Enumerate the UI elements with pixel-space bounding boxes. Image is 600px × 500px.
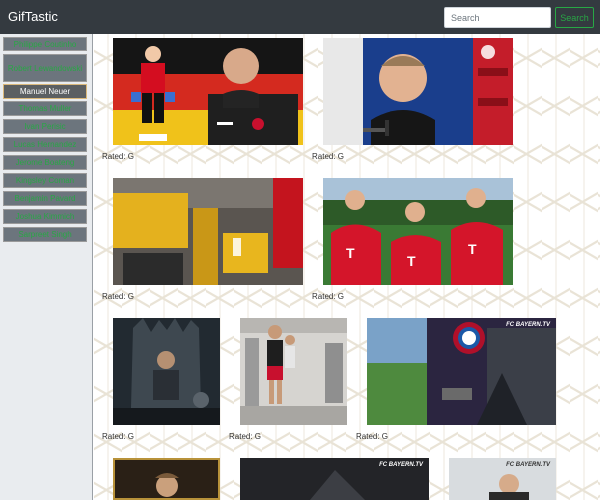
- gif-rating: Rated: G: [102, 292, 135, 301]
- gif-rating: Rated: G: [312, 152, 345, 161]
- gif-image: [323, 38, 513, 145]
- svg-text:T: T: [468, 241, 477, 257]
- brand-title[interactable]: GifTastic: [8, 9, 58, 24]
- gif-item[interactable]: [240, 318, 347, 425]
- search-input[interactable]: [444, 7, 551, 28]
- gif-rating: Rated: G: [102, 152, 135, 161]
- gif-rating: Rated: G: [229, 432, 262, 441]
- gif-image: [113, 38, 303, 145]
- gif-image: [115, 460, 218, 498]
- sidebar-item-sarpreet-singh[interactable]: Sarpreet Singh: [3, 227, 87, 242]
- gif-item[interactable]: [113, 318, 220, 425]
- sidebar-item-ivan-perisic[interactable]: Ivan Perisic: [3, 119, 87, 134]
- sidebar-item-robert-lewandowski[interactable]: Robert Lewandowski: [3, 54, 87, 82]
- gif-item[interactable]: [113, 38, 303, 145]
- gif-item[interactable]: [323, 38, 513, 145]
- sidebar-item-thomas-muller[interactable]: Thomas Muller: [3, 101, 87, 116]
- gif-item[interactable]: [113, 458, 220, 500]
- gif-rating: Rated: G: [356, 432, 389, 441]
- gif-grid: Rated: G Rated: G Rated: G T T T Rated: …: [94, 34, 600, 500]
- sidebar-item-philippe-coutinho[interactable]: Philippe Coutinho: [3, 37, 87, 51]
- gif-item[interactable]: FC BAYERN.TV: [449, 458, 556, 500]
- gif-image: T T T: [323, 178, 513, 285]
- gif-item[interactable]: T T T: [323, 178, 513, 285]
- svg-text:T: T: [346, 245, 355, 261]
- sidebar-item-manuel-neuer[interactable]: Manuel Neuer: [3, 84, 87, 99]
- tv-watermark: FC BAYERN.TV: [379, 462, 423, 468]
- tv-watermark: FC BAYERN.TV: [506, 322, 550, 328]
- gif-item[interactable]: FC BAYERN.TV: [367, 318, 556, 425]
- sidebar-item-lucas-hernandez[interactable]: Lucas Hernandez: [3, 137, 87, 152]
- sidebar-item-joshua-kimmich[interactable]: Joshua Kimmich: [3, 209, 87, 224]
- gif-item[interactable]: [113, 178, 303, 285]
- gif-image: [240, 318, 347, 425]
- sidebar-item-benjamin-pavard[interactable]: Benjamin Pavard: [3, 191, 87, 206]
- sidebar-item-kingsley-coman[interactable]: Kingsley Coman: [3, 173, 87, 188]
- navbar: GifTastic Search: [0, 0, 600, 34]
- gif-rating: Rated: G: [312, 292, 345, 301]
- tv-watermark: FC BAYERN.TV: [506, 462, 550, 468]
- gif-item[interactable]: FC BAYERN.TV: [240, 458, 429, 500]
- gif-rating: Rated: G: [102, 432, 135, 441]
- sidebar-item-jerome-boateng[interactable]: Jerome Boateng: [3, 155, 87, 170]
- sidebar: Philippe Coutinho Robert Lewandowski Man…: [0, 34, 93, 500]
- gif-image: [367, 318, 556, 425]
- search-button[interactable]: Search: [555, 7, 594, 28]
- gif-image: [113, 178, 303, 285]
- gif-image: [113, 318, 220, 425]
- svg-text:T: T: [407, 253, 416, 269]
